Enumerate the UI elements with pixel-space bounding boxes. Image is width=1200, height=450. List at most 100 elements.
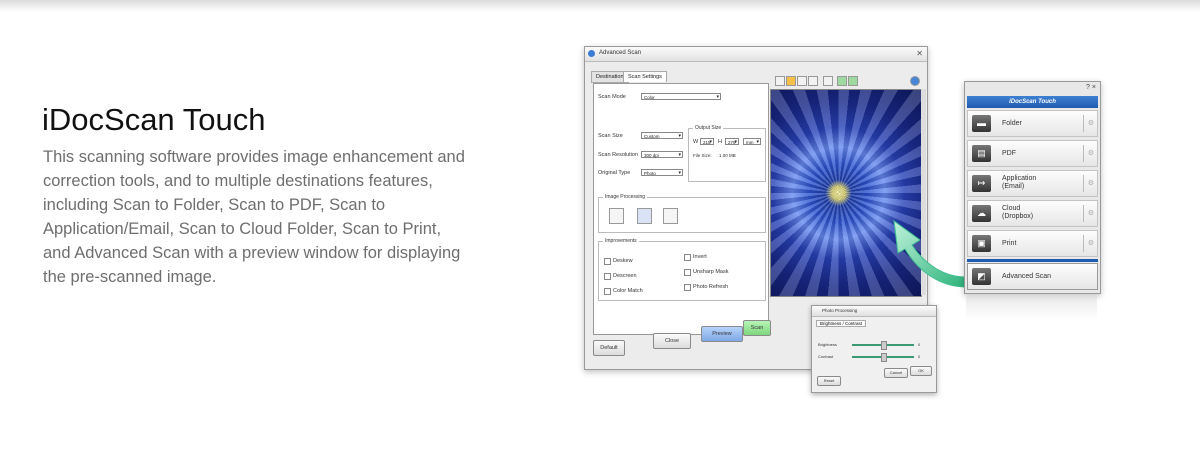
brightness-label: Brightness	[818, 342, 837, 347]
cloud-label-line1: Cloud	[1002, 205, 1021, 212]
preview-button[interactable]: Preview	[701, 326, 743, 342]
application-label-line2: (Email)	[1002, 182, 1025, 190]
descreen-label: Descreen	[613, 273, 637, 279]
unsharp-mask-checkbox[interactable]	[684, 269, 691, 276]
cloud-icon: ☁	[972, 205, 991, 222]
file-size-label: File Size:	[693, 153, 712, 158]
gear-icon[interactable]: ⚙	[1088, 119, 1094, 127]
application-email-item[interactable]: ↦ Application (Email) ⚙	[967, 170, 1098, 197]
zoom-out-icon[interactable]	[808, 76, 818, 86]
separator	[1083, 235, 1084, 252]
gear-icon[interactable]: ⚙	[1088, 149, 1094, 157]
invert-label: Invert	[693, 254, 707, 260]
original-type-select[interactable]: Photo	[641, 169, 683, 177]
dialog-tab-brightness-contrast[interactable]: Brightness / Contrast	[816, 320, 867, 327]
deskew-checkbox[interactable]	[604, 258, 611, 265]
cloud-dropbox-item[interactable]: ☁ Cloud (Dropbox) ⚙	[967, 200, 1098, 227]
color-match-checkbox[interactable]	[604, 288, 611, 295]
cloud-label-line2: (Dropbox)	[1002, 212, 1034, 220]
improvements-label: Improvements	[603, 238, 639, 244]
photo-refresh-label: Photo Refresh	[693, 284, 729, 290]
scan-resolution-label: Scan Resolution	[598, 152, 639, 158]
help-icon[interactable]: ?	[1086, 84, 1090, 91]
separator	[1083, 145, 1084, 162]
unsharp-mask-label: Unsharp Mask	[693, 269, 729, 275]
height-input[interactable]: 279	[725, 138, 739, 146]
arrow-icon	[893, 219, 967, 288]
folder-icon: ▬	[972, 115, 991, 132]
pdf-icon: ▤	[972, 145, 991, 162]
hand-tool-icon[interactable]	[786, 76, 796, 86]
document-icon[interactable]	[609, 208, 624, 224]
contrast-label: Contrast	[818, 354, 834, 359]
dialog-title: Photo Processing	[812, 306, 936, 317]
select-tool-icon[interactable]	[775, 76, 785, 86]
reset-button[interactable]: Reset	[817, 376, 841, 386]
descreen-checkbox[interactable]	[604, 273, 611, 280]
image-processing-group: Image Processing	[598, 194, 766, 233]
window-title: Advanced Scan	[599, 50, 642, 56]
cloud-label: Cloud (Dropbox)	[1002, 205, 1033, 220]
scan-size-select[interactable]: Custom	[641, 132, 683, 140]
scan-button[interactable]: Scan	[743, 320, 771, 336]
scan-resolution-select[interactable]: 300 dpi	[641, 151, 683, 159]
contrast-knob[interactable]	[881, 353, 887, 362]
photo-refresh-checkbox[interactable]	[684, 284, 691, 291]
pdf-label: PDF	[1002, 150, 1016, 157]
cancel-button[interactable]: Cancel	[884, 368, 908, 378]
print-item[interactable]: ▣ Print ⚙	[967, 230, 1098, 257]
grid-icon[interactable]	[823, 76, 833, 86]
scan-mode-label: Scan Mode	[598, 94, 626, 100]
separator	[1083, 205, 1084, 222]
contrast-slider[interactable]	[852, 353, 914, 362]
advanced-scan-item[interactable]: ◩ Advanced Scan	[967, 263, 1098, 290]
ok-button[interactable]: OK	[910, 366, 932, 376]
original-type-label: Original Type	[598, 170, 631, 176]
output-size-label: Output Size	[693, 125, 724, 131]
scan-settings-panel: Scan Mode Color Scan Size Custom Scan Re…	[593, 83, 769, 335]
panel-close-icon[interactable]: ×	[1092, 84, 1096, 91]
rotate-right-icon[interactable]	[848, 76, 858, 86]
brightness-slider[interactable]	[852, 341, 914, 350]
gear-icon[interactable]: ⚙	[1088, 179, 1094, 187]
zoom-in-icon[interactable]	[797, 76, 807, 86]
page-title: iDocScan Touch	[42, 102, 266, 137]
unit-select[interactable]: mm	[743, 138, 761, 146]
print-icon: ▣	[972, 235, 991, 252]
scan-size-label: Scan Size	[598, 133, 623, 139]
advanced-scan-icon: ◩	[972, 268, 991, 285]
application-label: Application (Email)	[1002, 175, 1036, 190]
folder-item[interactable]: ▬ Folder ⚙	[967, 110, 1098, 137]
separator	[1083, 175, 1084, 192]
separator	[1083, 115, 1084, 132]
crop-icon[interactable]	[637, 208, 652, 224]
close-button[interactable]: Close	[653, 333, 691, 349]
image-processing-label: Image Processing	[603, 194, 648, 200]
width-input[interactable]: 215	[700, 138, 714, 146]
panel-controls: ? ×	[1086, 84, 1096, 91]
panel-reflection	[966, 296, 1097, 320]
folder-label: Folder	[1002, 120, 1022, 127]
invert-checkbox[interactable]	[684, 254, 691, 261]
close-icon[interactable]: ✕	[916, 49, 923, 58]
deskew-label: Deskew	[613, 258, 633, 264]
touch-panel-header: iDocScan Touch	[967, 96, 1098, 108]
width-label: W	[693, 139, 699, 145]
pdf-item[interactable]: ▤ PDF ⚙	[967, 140, 1098, 167]
wand-icon[interactable]	[663, 208, 678, 224]
file-size-value: 1.00 MB	[719, 153, 736, 158]
gear-icon[interactable]: ⚙	[1088, 239, 1094, 247]
info-icon[interactable]	[910, 76, 920, 86]
tab-scan-settings[interactable]: Scan Settings	[623, 71, 667, 82]
brightness-knob[interactable]	[881, 341, 887, 350]
application-label-line1: Application	[1002, 175, 1037, 182]
rotate-left-icon[interactable]	[837, 76, 847, 86]
height-label: H	[718, 139, 722, 145]
contrast-value: 0	[918, 354, 921, 359]
color-match-label: Color Match	[613, 288, 643, 294]
improvements-group: Improvements Deskew Descreen Color Match…	[598, 238, 766, 301]
default-button[interactable]: Default	[593, 340, 625, 356]
scan-mode-select[interactable]: Color	[641, 93, 721, 101]
page-description: This scanning software provides image en…	[43, 148, 465, 286]
gear-icon[interactable]: ⚙	[1088, 209, 1094, 217]
